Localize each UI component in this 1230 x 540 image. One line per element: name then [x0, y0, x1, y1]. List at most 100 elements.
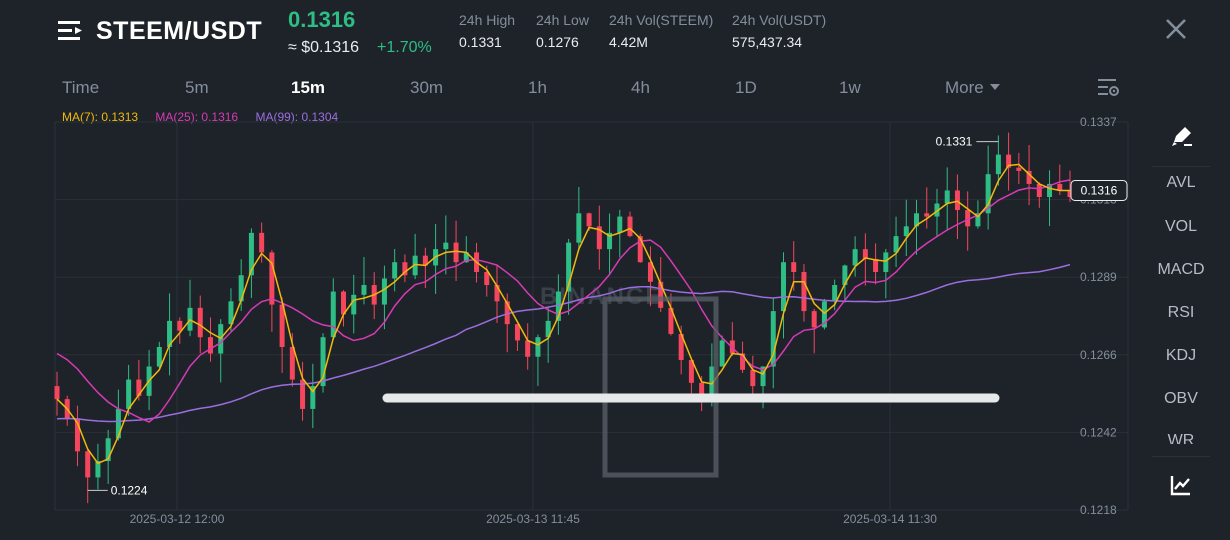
price-change: +1.70%	[377, 39, 432, 56]
stat-label: 24h Low	[536, 12, 589, 28]
candle-body	[351, 294, 357, 315]
candle-body	[811, 311, 817, 328]
candle-body	[750, 369, 756, 387]
tab-1w[interactable]: 1w	[839, 78, 861, 98]
indicator-vol[interactable]: VOL	[1152, 218, 1210, 236]
x-tick-label: 2025-03-12 12:00	[130, 512, 225, 526]
indicator-obv[interactable]: OBV	[1152, 390, 1210, 408]
tab-30m[interactable]: 30m	[410, 78, 443, 98]
candle-body	[1036, 183, 1042, 197]
candle-body	[126, 379, 132, 409]
y-tick-label: 0.1289	[1080, 270, 1117, 284]
candle-body	[954, 190, 960, 211]
tab-15m[interactable]: 15m	[291, 78, 325, 98]
last-price-label: 0.1316	[1081, 183, 1118, 197]
stat-24h-high: 24h High 0.1331	[459, 12, 515, 50]
candle-body	[627, 216, 633, 237]
stat-label: 24h Vol(STEEM)	[609, 12, 714, 28]
candle-body	[586, 213, 592, 227]
tab-more[interactable]: More	[945, 78, 1000, 98]
stat-value: 0.1276	[536, 34, 579, 50]
chart-grid	[54, 121, 1129, 511]
candle-body	[1016, 167, 1022, 171]
stat-24h-vol-usdt: 24h Vol(USDT) 575,437.34	[732, 12, 826, 50]
candle-body	[924, 213, 930, 217]
header: STEEM/USDT 0.1316 ≈ $0.1316 +1.70% 24h H…	[0, 0, 1230, 70]
sidebar-divider	[1152, 456, 1210, 457]
candle-body	[995, 154, 1001, 175]
chart-settings-icon[interactable]	[1098, 78, 1120, 98]
candle-body	[719, 340, 725, 367]
y-tick-label: 0.1218	[1080, 503, 1117, 517]
y-tick-label: 0.1266	[1080, 348, 1117, 362]
candle-body	[453, 242, 459, 263]
y-tick-label: 0.1242	[1080, 425, 1117, 439]
candle-body	[381, 278, 387, 305]
tab-1d[interactable]: 1D	[735, 78, 757, 98]
candle-body	[361, 285, 367, 295]
menu-icon[interactable]	[58, 20, 84, 42]
indicator-macd[interactable]: MACD	[1152, 261, 1210, 279]
candle-body	[177, 320, 183, 331]
candle-body	[535, 337, 541, 357]
candle-body	[392, 262, 398, 279]
candle-body	[207, 337, 213, 354]
sidebar-divider	[1152, 166, 1210, 167]
indicator-kdj[interactable]: KDJ	[1152, 347, 1210, 365]
candles	[54, 132, 1073, 504]
candle-body	[115, 408, 121, 439]
indicator-sidebar: AVL VOL MACD RSI KDJ OBV WR	[1140, 104, 1230, 540]
stat-value: 0.1331	[459, 34, 502, 50]
candle-body	[269, 252, 275, 305]
candle-body	[443, 242, 449, 250]
x-tick-label: 2025-03-14 11:30	[843, 512, 937, 526]
y-axis: 0.13370.13130.12890.12660.12420.1218	[1080, 115, 1117, 517]
candle-body	[85, 451, 91, 478]
candle-body	[832, 285, 838, 302]
candle-body	[259, 232, 265, 253]
ma7-line	[56, 163, 1070, 465]
candle-body	[944, 190, 950, 204]
tab-more-label: More	[945, 78, 984, 97]
candlestick-chart[interactable]: BINANCE 0.13370.13130.12890.12660.12420.…	[0, 104, 1140, 540]
candle-body	[617, 216, 623, 233]
stat-24h-low: 24h Low 0.1276	[536, 12, 589, 50]
chart-line-icon[interactable]	[1170, 474, 1192, 496]
tab-5m[interactable]: 5m	[185, 78, 209, 98]
candle-body	[330, 291, 336, 338]
candle-body	[238, 275, 244, 302]
candle-body	[801, 271, 807, 312]
candle-body	[576, 213, 582, 243]
stat-label: 24h Vol(USDT)	[732, 12, 827, 28]
indicator-wr[interactable]: WR	[1152, 432, 1210, 444]
tab-1h[interactable]: 1h	[528, 78, 547, 98]
stat-label: 24h High	[459, 12, 516, 28]
candle-body	[791, 262, 797, 272]
candle-body	[780, 262, 786, 312]
candle-body	[525, 340, 531, 357]
tab-4h[interactable]: 4h	[631, 78, 650, 98]
stat-24h-vol-steem: 24h Vol(STEEM) 4.42M	[609, 12, 713, 50]
stat-value: 575,437.34	[732, 34, 803, 50]
trading-pair[interactable]: STEEM/USDT	[96, 17, 262, 46]
close-icon[interactable]	[1163, 16, 1189, 42]
candle-body	[54, 386, 60, 400]
tab-time[interactable]: Time	[62, 78, 99, 98]
candle-body	[903, 226, 909, 237]
caret-down-icon	[989, 83, 1000, 90]
timeframe-tabs: Time 5m 15m 30m 1h 4h 1D 1w More	[0, 72, 1140, 104]
last-price: 0.1316	[288, 7, 356, 32]
candle-body	[883, 252, 889, 272]
x-axis: 2025-03-12 12:00 2025-03-13 11:45 2025-03-…	[130, 512, 938, 526]
high-price-label: 0.1331	[936, 135, 973, 149]
candle-body	[852, 249, 858, 266]
indicator-rsi[interactable]: RSI	[1152, 304, 1210, 322]
low-price-label: 0.1224	[111, 483, 148, 497]
usd-price: ≈ $0.1316	[288, 39, 360, 56]
indicator-avl[interactable]: AVL	[1152, 174, 1210, 192]
x-tick-label: 2025-03-13 11:45	[486, 512, 580, 526]
stat-value: 4.42M	[609, 34, 648, 50]
candle-body	[197, 307, 203, 338]
pencil-icon[interactable]	[1170, 124, 1194, 148]
y-tick-label: 0.1337	[1080, 115, 1117, 129]
